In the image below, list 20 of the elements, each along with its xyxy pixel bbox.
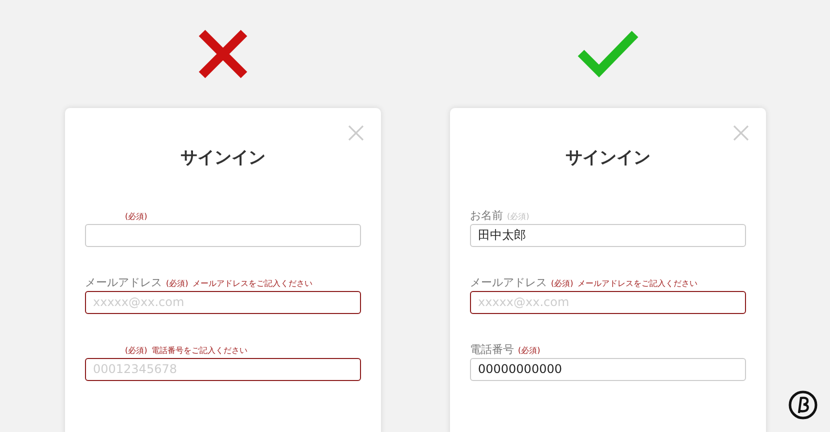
required-note: (必須) (551, 280, 574, 288)
field-label: メールアドレス (470, 276, 547, 288)
required-note: (必須) (507, 212, 530, 220)
dialog-title: サインイン (180, 147, 266, 170)
error-message: 電話番号をご記入ください (151, 346, 248, 354)
field-label: 電話番号 (470, 344, 514, 354)
required-note: (必須) (125, 212, 148, 220)
dialog-title: サインイン (566, 147, 650, 170)
close-icon[interactable] (348, 125, 364, 141)
close-icon[interactable] (733, 125, 749, 141)
error-message: メールアドレスをご記入ください (577, 280, 698, 288)
logo-icon (788, 390, 818, 420)
field-label: お名前 (470, 210, 503, 220)
input-field[interactable]: 00000000000 (470, 358, 746, 380)
error-message: メールアドレスをご記入ください (192, 280, 312, 288)
required-note: (必須) (518, 346, 540, 354)
field-label: メールアドレス (85, 276, 162, 288)
required-note: (必須) (125, 346, 148, 354)
input-field[interactable]: 田中太郎 (470, 224, 746, 246)
required-note: (必須) (166, 280, 188, 288)
